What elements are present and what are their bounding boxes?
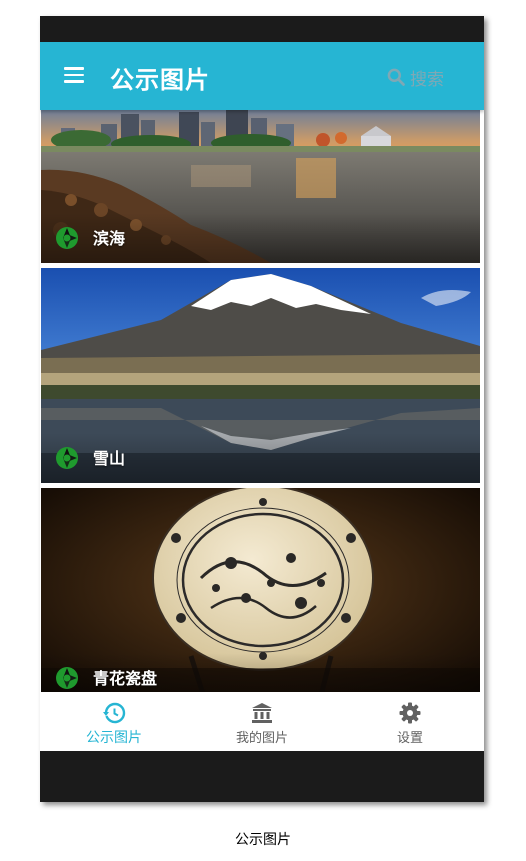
card-title: 青花瓷盘 — [93, 669, 158, 688]
nav-item-settings[interactable]: 设置 — [336, 692, 484, 751]
system-navigation-bar — [40, 751, 484, 802]
picture-card-porcelain[interactable]: 青花瓷盘 — [41, 488, 480, 692]
search-icon — [387, 68, 405, 86]
aperture-icon — [56, 667, 78, 689]
search-label: 搜索 — [410, 69, 444, 90]
bottom-navigation: 公示图片 我的图片 设置 — [40, 692, 484, 751]
gear-icon — [399, 702, 421, 724]
history-icon — [103, 702, 126, 724]
picture-list[interactable]: 滨海 雪山 青花瓷盘 — [40, 110, 484, 692]
card-title: 滨海 — [93, 229, 126, 248]
nav-label: 设置 — [396, 731, 423, 746]
figure-caption: 公示图片 — [235, 832, 291, 848]
bank-icon — [252, 703, 272, 723]
phone-frame: 公示图片 搜索 滨海 雪山 青花瓷盘 公示图片 我的图片 设置 — [40, 16, 484, 802]
nav-label: 公示图片 — [86, 730, 142, 746]
nav-label: 我的图片 — [235, 731, 288, 746]
picture-card-mountain[interactable]: 雪山 — [41, 268, 480, 483]
search-button[interactable]: 搜索 — [386, 64, 444, 90]
picture-card-coast[interactable]: 滨海 — [41, 110, 480, 263]
status-bar — [40, 16, 484, 42]
nav-item-public-pictures[interactable]: 公示图片 — [40, 692, 188, 751]
app-bar: 公示图片 搜索 — [40, 42, 484, 110]
hamburger-menu-icon[interactable] — [64, 67, 84, 83]
nav-item-my-pictures[interactable]: 我的图片 — [188, 692, 336, 751]
app-title: 公示图片 — [110, 66, 210, 94]
aperture-icon — [56, 227, 78, 249]
card-title: 雪山 — [93, 449, 126, 468]
aperture-icon — [56, 447, 78, 469]
